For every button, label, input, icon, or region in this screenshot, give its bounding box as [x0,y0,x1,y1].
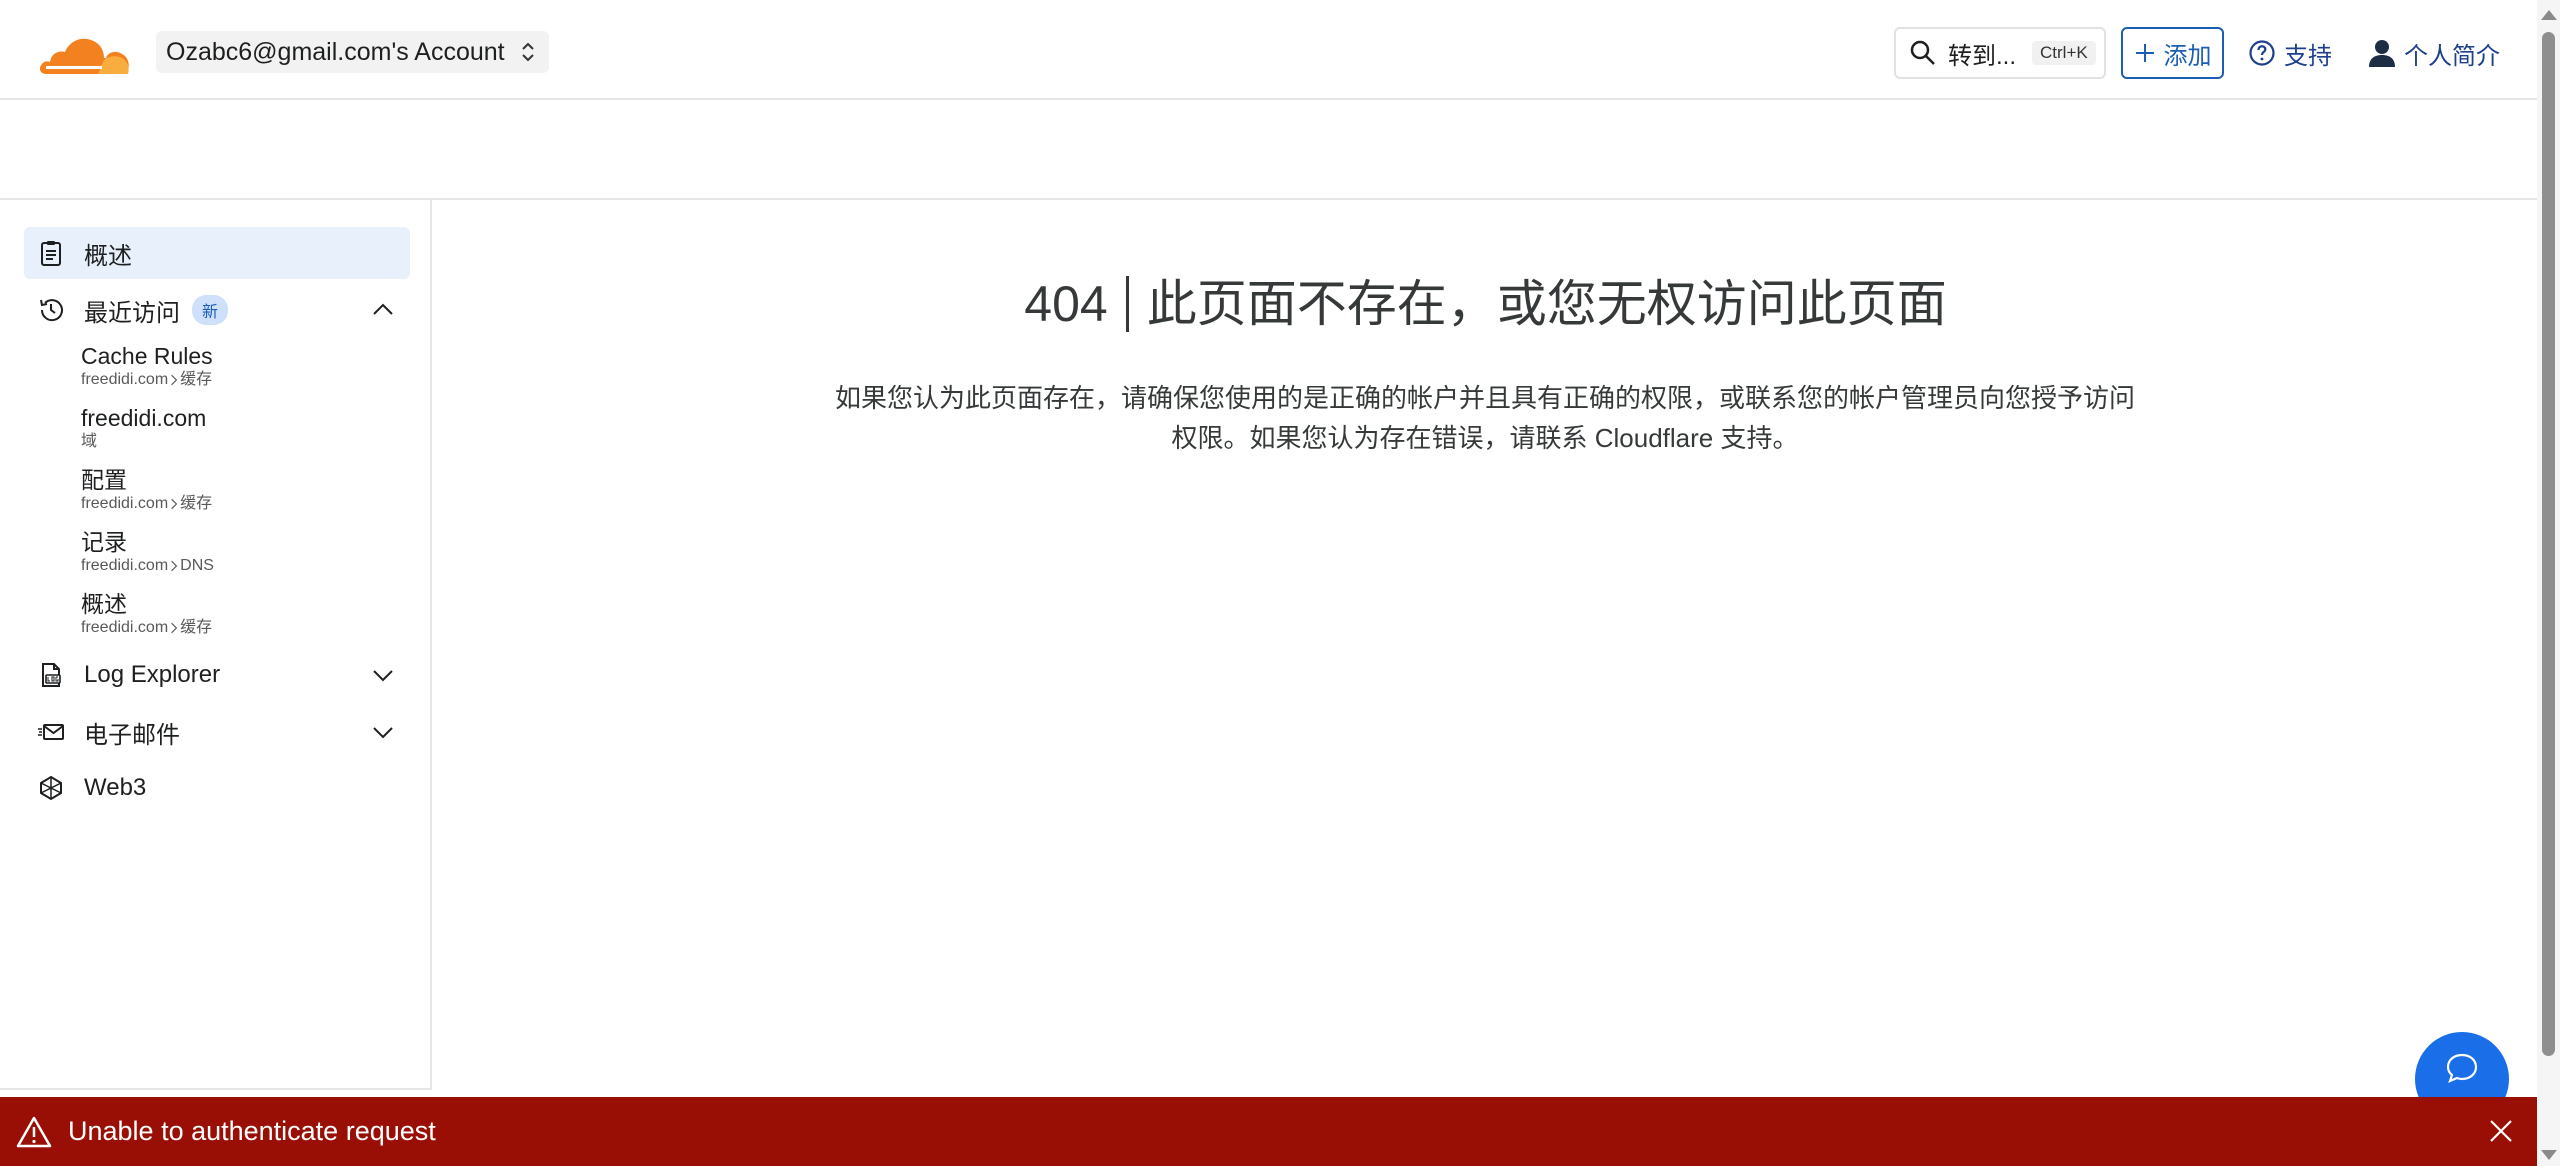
account-switcher[interactable]: Ozabc6@gmail.com's Account [156,31,549,73]
sidebar-divider [0,1088,430,1090]
search-icon [1910,40,1935,65]
sidebar-item-label: Web3 [84,774,147,801]
sidebar-item-email[interactable]: 电子邮件 [24,706,410,758]
recent-item-domain: freedidi.com [81,557,169,574]
clipboard-icon [36,238,66,268]
chevron-right-icon [171,560,178,572]
error-toast: Unable to authenticate request [0,1097,2537,1166]
chevron-updown-icon [521,42,534,62]
cloudflare-logo[interactable] [38,30,132,76]
scroll-thumb[interactable] [2542,32,2555,1056]
recent-item-title: 配置 [81,467,127,493]
sidebar-item-label: 电子邮件 [84,721,180,749]
sidebar-item-label: 概述 [84,242,132,270]
quick-search-button[interactable]: 转到... Ctrl+K [1894,27,2106,79]
plus-icon [2135,44,2154,62]
add-button[interactable]: 添加 [2121,27,2224,79]
recent-item-domain: freedidi.com [81,371,169,388]
recent-item-title: freedidi.com [81,405,207,431]
scroll-up-arrow[interactable] [2541,10,2557,20]
support-menu[interactable]: 支持 [2248,34,2332,72]
profile-menu[interactable]: 个人简介 [2368,34,2500,72]
desc-text-end: 。 [1772,423,1799,453]
top-header: Ozabc6@gmail.com's Account 转到... Ctrl+K … [0,0,2537,100]
recent-item-title: 概述 [81,591,127,617]
sidebar-item-web3[interactable]: Web3 [24,762,410,814]
log-file-icon [36,660,66,690]
scroll-down-arrow[interactable] [2541,1150,2557,1160]
sidebar: 概述 最近访问 新 Cache Rules freedidi.com 缓存 fr… [0,200,432,1090]
account-name: Ozabc6@gmail.com's Account [166,37,505,66]
secondary-bar [0,100,2537,200]
recent-item[interactable]: Cache Rules freedidi.com 缓存 [81,342,213,390]
user-icon [2369,40,2395,67]
error-heading: 404 此页面不存在，或您无权访问此页面 [434,264,2537,336]
recent-item[interactable]: 概述 freedidi.com 缓存 [81,590,212,638]
profile-label: 个人简介 [2404,42,2500,70]
help-circle-icon [2249,40,2275,66]
recent-item-path: freedidi.com 缓存 [81,618,212,638]
web3-icon [36,773,66,803]
recent-item-title: Cache Rules [81,343,213,369]
recent-item-section: 缓存 [180,619,213,636]
chevron-right-icon [171,622,178,634]
support-label: 支持 [2284,42,2332,70]
recent-item-section: 缓存 [180,371,213,388]
chevron-up-icon[interactable] [370,297,396,323]
add-button-label: 添加 [2163,42,2212,70]
recent-item[interactable]: freedidi.com 域 [81,404,206,452]
chevron-right-icon [171,374,178,386]
recent-item[interactable]: 配置 freedidi.com 缓存 [81,466,212,514]
chevron-down-icon[interactable] [370,662,396,688]
close-icon[interactable] [2487,1117,2515,1145]
recent-item[interactable]: 记录 freedidi.com DNS [81,528,214,576]
cloudflare-logo-icon [39,38,129,74]
chevron-right-icon [171,498,178,510]
desc-text: 权限。如果您认为存在错误，请联系 [1171,423,1595,453]
error-description-line1: 如果您认为此页面存在，请确保您使用的是正确的帐户并且具有正确的权限，或联系您的帐… [834,383,2135,413]
error-description-line2: 权限。如果您认为存在错误，请联系 Cloudflare 支持。 [820,418,2150,458]
sidebar-item-log-explorer[interactable]: Log Explorer [24,649,410,701]
chevron-down-icon[interactable] [370,719,396,745]
recent-item-domain: freedidi.com [81,619,169,636]
shortcut-hint: Ctrl+K [2032,41,2096,65]
new-badge: 新 [192,295,229,325]
sidebar-item-label: 最近访问 [84,299,180,327]
search-label: 转到... [1948,42,2017,70]
email-send-icon [36,717,66,747]
sidebar-item-label: Log Explorer [84,661,221,688]
recent-item-path: 域 [81,432,206,452]
recent-item-path: freedidi.com 缓存 [81,494,212,514]
sidebar-item-recent[interactable]: 最近访问 新 [24,284,410,336]
recent-item-title: 记录 [81,529,127,555]
warning-icon [16,1116,52,1147]
recent-item-section: DNS [180,557,214,574]
history-icon [36,295,66,325]
cloudflare-support-link[interactable]: Cloudflare 支持 [1595,423,1773,453]
title-divider [1125,275,1129,332]
recent-item-section: 缓存 [180,495,213,512]
chat-bubble-icon [2446,1053,2478,1083]
recent-item-domain: 域 [81,433,98,450]
error-code: 404 [1024,276,1108,332]
recent-item-domain: freedidi.com [81,495,169,512]
sidebar-item-overview[interactable]: 概述 [24,227,410,279]
error-title: 此页面不存在，或您无权访问此页面 [1146,276,1947,332]
recent-item-path: freedidi.com 缓存 [81,370,213,390]
recent-item-path: freedidi.com DNS [81,556,214,576]
error-toast-message: Unable to authenticate request [68,1116,436,1146]
error-description: 如果您认为此页面存在，请确保您使用的是正确的帐户并且具有正确的权限，或联系您的帐… [820,378,2150,458]
page-scrollbar[interactable] [2537,0,2560,1166]
